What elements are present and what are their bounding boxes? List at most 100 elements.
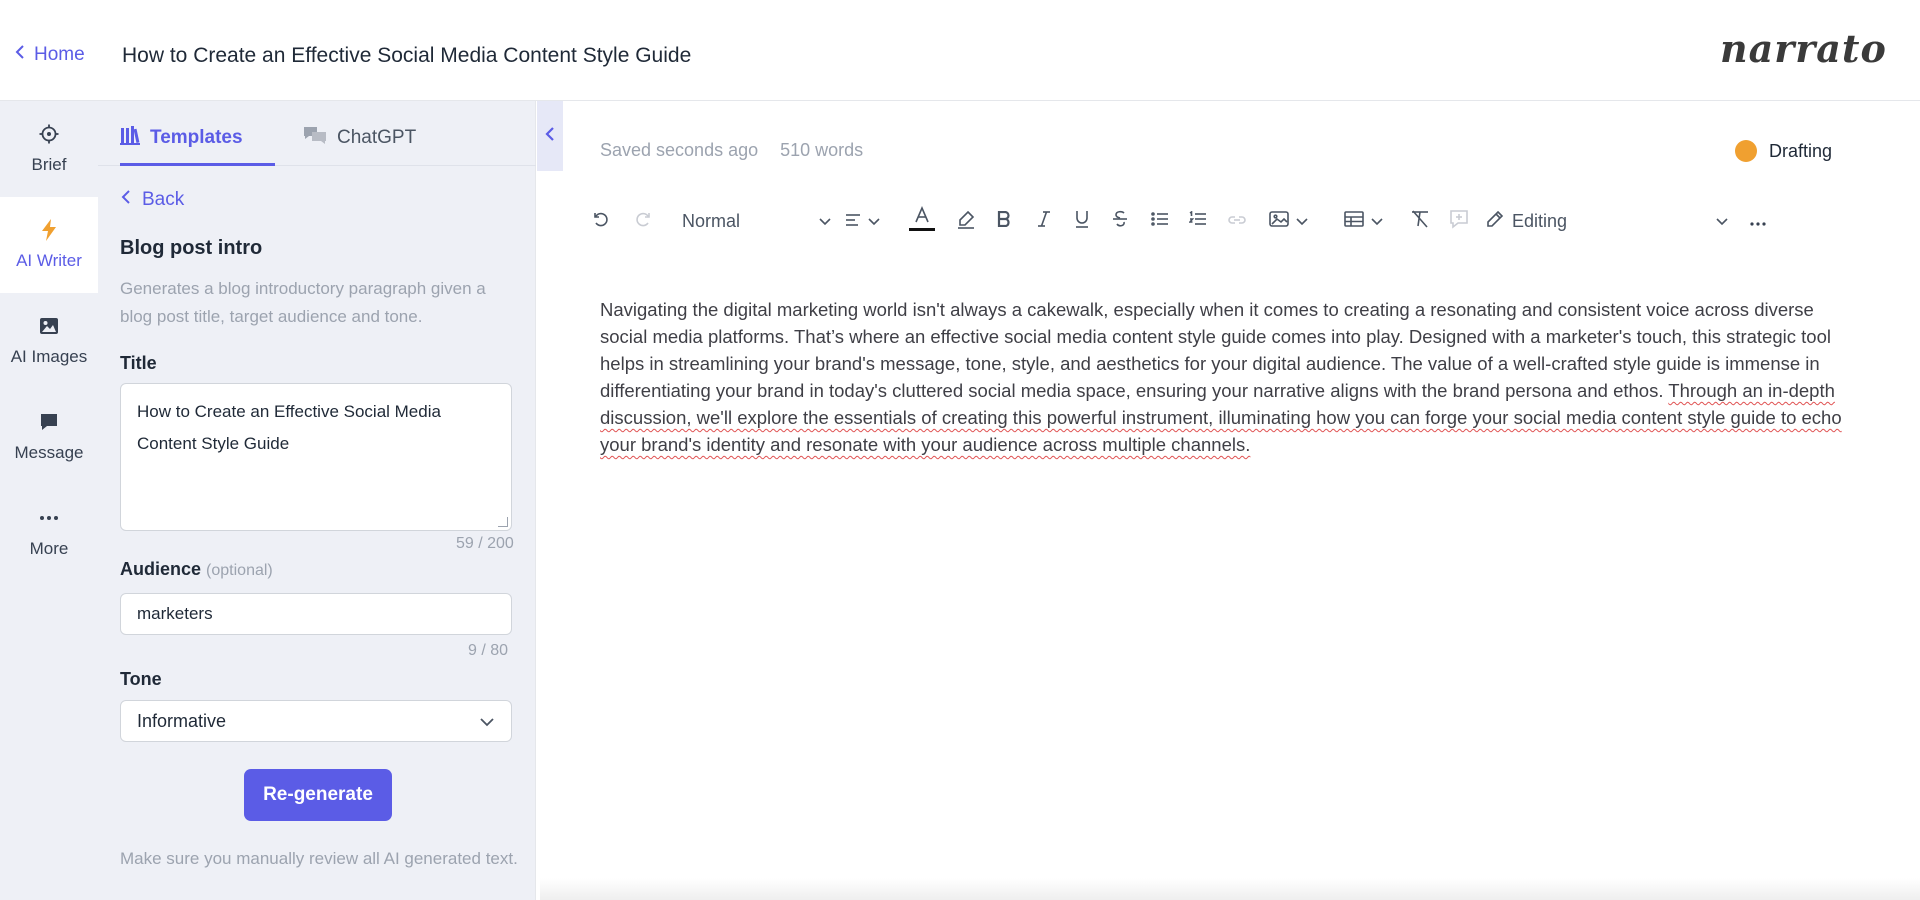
italic-button[interactable] bbox=[1032, 205, 1056, 237]
bullet-list-button[interactable] bbox=[1148, 205, 1172, 237]
undo-icon bbox=[591, 210, 609, 233]
chat-icon bbox=[38, 411, 60, 433]
paragraph-style-value: Normal bbox=[682, 210, 741, 231]
collapse-panel-button[interactable] bbox=[537, 101, 563, 171]
chevron-down-icon bbox=[1715, 211, 1729, 232]
active-tab-indicator bbox=[120, 163, 275, 166]
rail-item-label: Message bbox=[14, 443, 84, 462]
left-rail: Brief AI Writer AI Images Message More bbox=[0, 101, 98, 900]
align-select[interactable] bbox=[840, 205, 886, 237]
chevron-left-icon bbox=[545, 126, 555, 147]
books-icon bbox=[120, 125, 140, 151]
back-link[interactable]: Back bbox=[120, 189, 184, 211]
title-char-counter: 59 / 200 bbox=[456, 535, 514, 552]
rail-item-label: AI Images bbox=[10, 347, 88, 366]
image-icon bbox=[38, 315, 60, 337]
rail-item-brief[interactable]: Brief bbox=[0, 101, 98, 197]
back-link-label: Back bbox=[142, 189, 185, 210]
title-label: Title bbox=[120, 353, 157, 373]
chevron-left-icon bbox=[14, 44, 26, 66]
chevron-left-icon bbox=[120, 189, 132, 211]
undo-button[interactable] bbox=[588, 205, 612, 237]
template-description: Generates a blog introductory paragraph … bbox=[120, 279, 486, 326]
editor-content[interactable]: Navigating the digital marketing world i… bbox=[600, 296, 1850, 458]
more-options-button[interactable] bbox=[1746, 205, 1770, 237]
highlight-button[interactable] bbox=[952, 205, 980, 237]
audience-label-text: Audience bbox=[120, 559, 202, 579]
clear-formatting-icon bbox=[1409, 209, 1431, 233]
tab-label: ChatGPT bbox=[337, 127, 417, 148]
audience-input[interactable]: marketers bbox=[120, 593, 512, 635]
tone-select-value: Informative bbox=[137, 710, 227, 731]
link-icon bbox=[1227, 211, 1247, 232]
title-textarea[interactable]: How to Create an Effective Social Media … bbox=[120, 383, 512, 531]
underline-button[interactable] bbox=[1070, 205, 1094, 237]
document-title: How to Create an Effective Social Media … bbox=[122, 44, 692, 67]
bullet-list-icon bbox=[1151, 211, 1169, 232]
add-comment-button[interactable] bbox=[1446, 205, 1472, 237]
regenerate-button[interactable]: Re-generate bbox=[244, 769, 392, 821]
tone-select[interactable]: Informative bbox=[120, 700, 512, 742]
rail-item-more[interactable]: More bbox=[0, 485, 98, 581]
workflow-status[interactable]: Drafting bbox=[1735, 140, 1832, 162]
word-count: 510 words bbox=[780, 140, 864, 160]
review-note: Make sure you manually review all AI gen… bbox=[120, 849, 518, 868]
strikethrough-icon bbox=[1112, 210, 1128, 233]
lightning-icon bbox=[38, 219, 60, 241]
narrato-logo: narrato bbox=[1720, 26, 1887, 71]
link-button[interactable] bbox=[1224, 205, 1250, 237]
audience-label: Audience (optional) bbox=[120, 559, 273, 580]
tab-chatgpt[interactable]: ChatGPT bbox=[303, 125, 416, 151]
rail-item-ai-images[interactable]: AI Images bbox=[0, 293, 98, 389]
template-name: Blog post intro bbox=[120, 237, 263, 259]
ellipsis-icon bbox=[1749, 211, 1767, 232]
rail-item-message[interactable]: Message bbox=[0, 389, 98, 485]
redo-button[interactable] bbox=[632, 205, 656, 237]
audience-char-counter: 9 / 80 bbox=[468, 642, 509, 659]
optional-hint: (optional) bbox=[206, 562, 273, 579]
home-link[interactable]: Home bbox=[14, 44, 85, 66]
editing-mode-chevron[interactable] bbox=[1712, 205, 1732, 237]
rail-item-label: More bbox=[29, 539, 69, 558]
text-color-icon bbox=[909, 205, 935, 238]
redo-icon bbox=[635, 210, 653, 233]
comment-add-icon bbox=[1449, 209, 1469, 234]
audience-input-value: marketers bbox=[137, 604, 213, 623]
resize-handle[interactable] bbox=[498, 517, 508, 527]
rail-item-label: AI Writer bbox=[16, 251, 82, 270]
insert-image-dropdown[interactable] bbox=[1264, 205, 1314, 237]
chevron-down-icon bbox=[818, 211, 832, 232]
chevron-down-icon bbox=[479, 711, 495, 732]
tab-templates[interactable]: Templates bbox=[120, 125, 243, 151]
text-color-button[interactable] bbox=[906, 205, 938, 237]
underline-icon bbox=[1075, 210, 1089, 233]
content-paragraph: Navigating the digital marketing world i… bbox=[600, 299, 1831, 401]
bold-button[interactable] bbox=[992, 205, 1016, 237]
strikethrough-button[interactable] bbox=[1108, 205, 1132, 237]
bottom-shadow bbox=[540, 878, 1920, 900]
panel-tabs: Templates ChatGPT bbox=[98, 101, 536, 166]
chevron-down-icon bbox=[1295, 211, 1309, 232]
editing-mode-select[interactable]: Editing bbox=[1486, 205, 1616, 237]
ellipsis-icon bbox=[38, 507, 60, 529]
editor-toolbar: Normal Editing bbox=[588, 205, 1768, 237]
tone-label: Tone bbox=[120, 669, 162, 689]
chevron-down-icon bbox=[867, 211, 881, 232]
italic-icon bbox=[1037, 210, 1051, 232]
numbered-list-button[interactable] bbox=[1186, 205, 1210, 237]
status-dot bbox=[1735, 140, 1757, 162]
insert-table-dropdown[interactable] bbox=[1338, 205, 1390, 237]
rail-item-ai-writer[interactable]: AI Writer bbox=[0, 197, 98, 293]
rail-item-label: Brief bbox=[31, 155, 67, 174]
editing-mode-value: Editing bbox=[1512, 210, 1568, 231]
clear-formatting-button[interactable] bbox=[1406, 205, 1434, 237]
save-status-line: Saved seconds ago 510 words bbox=[600, 140, 863, 161]
align-left-icon bbox=[845, 211, 861, 232]
tab-label: Templates bbox=[150, 127, 243, 148]
templates-panel: Templates ChatGPT Back Blog post intro G… bbox=[98, 101, 536, 900]
table-icon bbox=[1344, 210, 1364, 233]
status-label: Drafting bbox=[1769, 140, 1833, 161]
saved-status: Saved seconds ago bbox=[600, 140, 759, 160]
paragraph-style-select[interactable]: Normal bbox=[682, 205, 832, 237]
target-icon bbox=[38, 123, 60, 145]
